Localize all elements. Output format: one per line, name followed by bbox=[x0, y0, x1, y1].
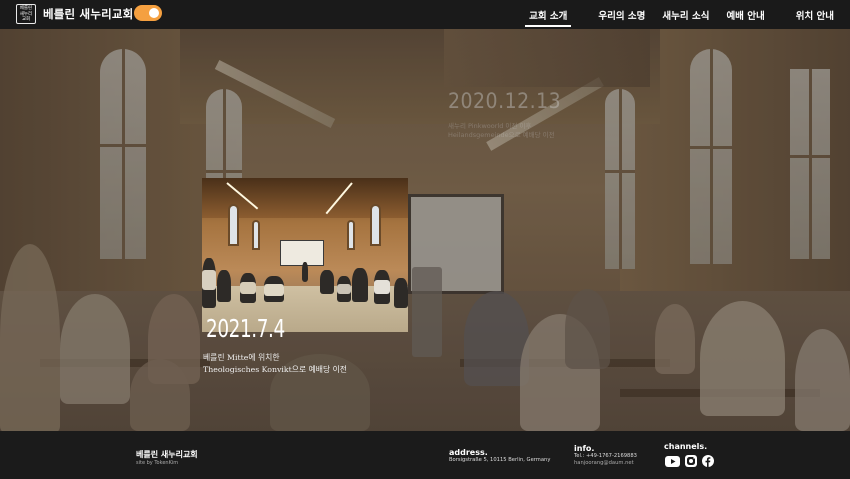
site-title[interactable]: 베를린 새누리교회 bbox=[43, 6, 133, 22]
logo-line-3: 교회 bbox=[21, 17, 31, 23]
toggle-knob bbox=[149, 8, 159, 18]
nav-news[interactable]: 새누리 소식 bbox=[660, 8, 711, 22]
photo-projection-screen bbox=[280, 240, 324, 266]
main-nav: 교회 소개 우리의 소명 새누리 소식 예배 안내 위치 안내 bbox=[525, 0, 836, 29]
instagram-icon[interactable] bbox=[685, 452, 697, 471]
hero-section: 2020.12.13 새누리 Pinkwoorld 이전 이후 Heilands… bbox=[0, 29, 850, 431]
footer-address: Borsigstraße 5, 10115 Berlin, Germany bbox=[449, 457, 551, 463]
featured-date: 2021.7.4 bbox=[206, 314, 285, 343]
featured-description: 베를린 Mitte에 위치한 Theologisches Konvikt으로 예… bbox=[203, 353, 347, 374]
nav-location[interactable]: 위치 안내 bbox=[794, 8, 836, 22]
footer-address-title: address. bbox=[449, 448, 488, 457]
footer-tel: Tel.: +49-1767-2169883 bbox=[574, 453, 637, 459]
nav-worship-info[interactable]: 예배 안내 bbox=[724, 8, 766, 22]
footer-channels bbox=[665, 452, 719, 471]
footer-church-name: 베를린 새누리교회 bbox=[136, 450, 198, 459]
church-logo[interactable]: 베를린 새누리 교회 bbox=[16, 4, 36, 24]
featured-photo[interactable] bbox=[202, 178, 408, 332]
dark-mode-toggle[interactable] bbox=[134, 5, 162, 21]
youtube-icon[interactable] bbox=[665, 452, 680, 471]
facebook-icon[interactable] bbox=[702, 452, 714, 471]
footer-credit: site by TokenKim bbox=[136, 460, 179, 466]
nav-our-calling[interactable]: 우리의 소명 bbox=[596, 8, 647, 22]
site-footer bbox=[0, 431, 850, 479]
nav-church-intro[interactable]: 교회 소개 bbox=[525, 8, 572, 27]
site-header: 베를린 새누리 교회 베를린 새누리교회 교회 소개 우리의 소명 새누리 소식… bbox=[0, 0, 850, 29]
footer-channels-title: channels. bbox=[664, 442, 708, 451]
footer-email[interactable]: hanjoorang@daum.net bbox=[574, 460, 634, 466]
footer-info-title: info. bbox=[574, 444, 595, 453]
